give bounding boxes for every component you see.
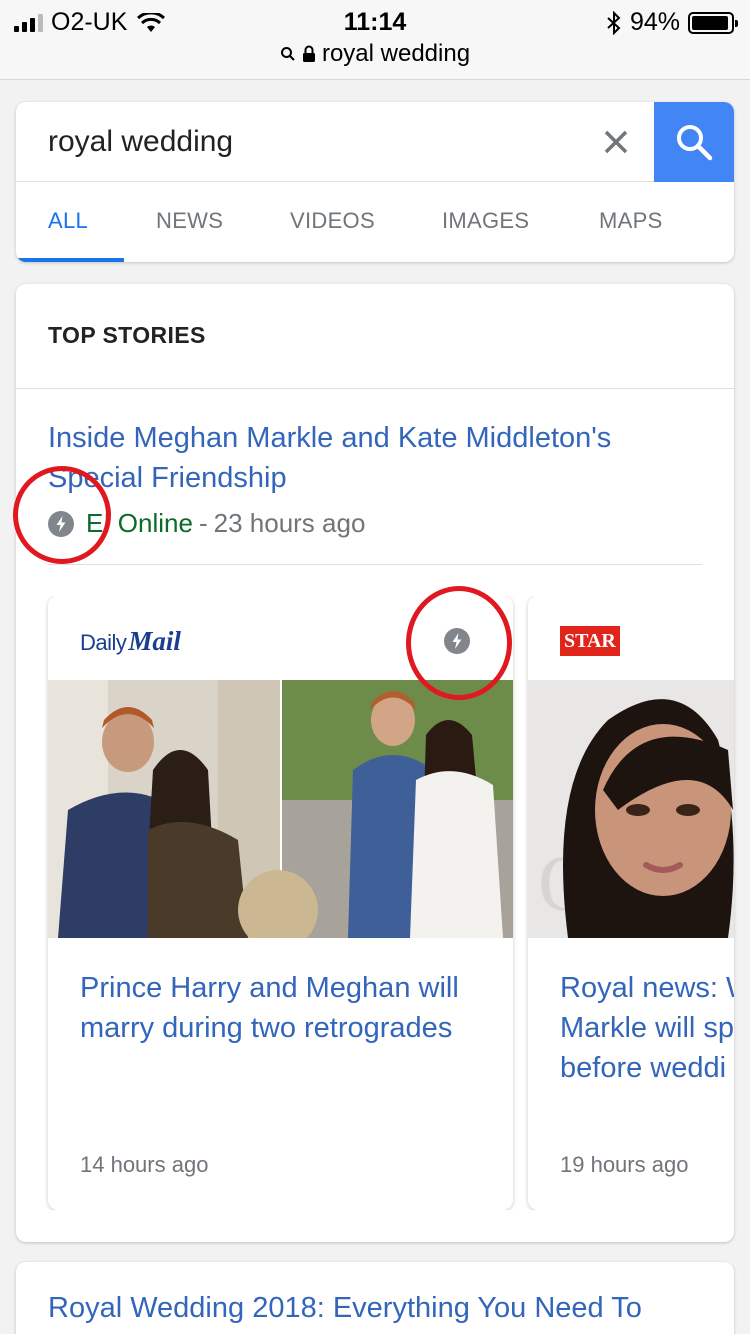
stories-carousel[interactable]: Daily Mail Prince Harry and Meghan will … xyxy=(16,596,734,1210)
address-bar[interactable]: royal wedding xyxy=(0,40,750,68)
lead-story-time: 23 hours ago xyxy=(213,508,366,538)
divider xyxy=(16,388,734,389)
status-right: 94% xyxy=(606,8,738,37)
search-card: ALL NEWS VIDEOS IMAGES MAPS xyxy=(16,102,734,262)
close-icon xyxy=(604,130,628,154)
bluetooth-icon xyxy=(607,10,621,35)
amp-lightning-icon xyxy=(444,628,470,654)
search-icon xyxy=(280,47,295,61)
news-card-title: Royal news: W Markle will sp before wedd… xyxy=(560,972,734,1084)
tab-news[interactable]: NEWS xyxy=(156,208,223,234)
battery-percent: 94% xyxy=(629,8,680,36)
tab-all[interactable]: ALL xyxy=(48,208,88,234)
daily-mail-logo: Daily Mail xyxy=(80,626,181,656)
news-card-title: Prince Harry and Meghan will marry durin… xyxy=(80,972,459,1044)
tab-maps[interactable]: MAPS xyxy=(599,208,663,234)
top-stories-heading: TOP STORIES xyxy=(48,322,206,348)
search-button[interactable] xyxy=(654,102,734,182)
battery-level xyxy=(692,15,728,30)
top-stories-card: TOP STORIES Inside Meghan Markle and Kat… xyxy=(16,284,734,1242)
search-row xyxy=(16,102,734,182)
search-tabs: ALL NEWS VIDEOS IMAGES MAPS xyxy=(16,182,734,262)
lead-story-headline[interactable]: Inside Meghan Markle and Kate Middleton'… xyxy=(48,418,698,498)
meta-separator: - xyxy=(198,508,208,538)
story-image xyxy=(48,680,513,938)
news-card[interactable]: Daily Mail Prince Harry and Meghan will … xyxy=(48,596,513,1210)
lead-story-meta: E! Online - 23 hours ago xyxy=(48,508,365,539)
tab-videos[interactable]: VIDEOS xyxy=(290,208,375,234)
search-result-title[interactable]: Royal Wedding 2018: Everything You Need … xyxy=(48,1292,728,1325)
search-icon xyxy=(677,125,713,161)
divider xyxy=(48,564,702,565)
address-text: royal wedding xyxy=(321,40,471,67)
active-tab-indicator xyxy=(16,258,124,262)
battery-icon xyxy=(688,11,738,34)
search-result-card: Royal Wedding 2018: Everything You Need … xyxy=(16,1262,734,1334)
lock-icon xyxy=(302,45,315,62)
lead-story-source: E! Online xyxy=(86,508,193,538)
tab-images[interactable]: IMAGES xyxy=(442,208,529,234)
news-card[interactable]: STAR OLF Royal news: W Markle will sp be… xyxy=(528,596,734,1210)
amp-lightning-icon xyxy=(48,510,74,537)
status-bar: O2-UK 11:14 94% royal wedding xyxy=(0,0,750,80)
search-input[interactable] xyxy=(48,120,568,164)
daily-star-logo: STAR xyxy=(560,626,620,656)
news-card-time: 19 hours ago xyxy=(560,1152,689,1177)
news-card-time: 14 hours ago xyxy=(80,1152,209,1177)
clear-button[interactable] xyxy=(596,122,636,162)
story-image: OLF xyxy=(528,680,734,938)
